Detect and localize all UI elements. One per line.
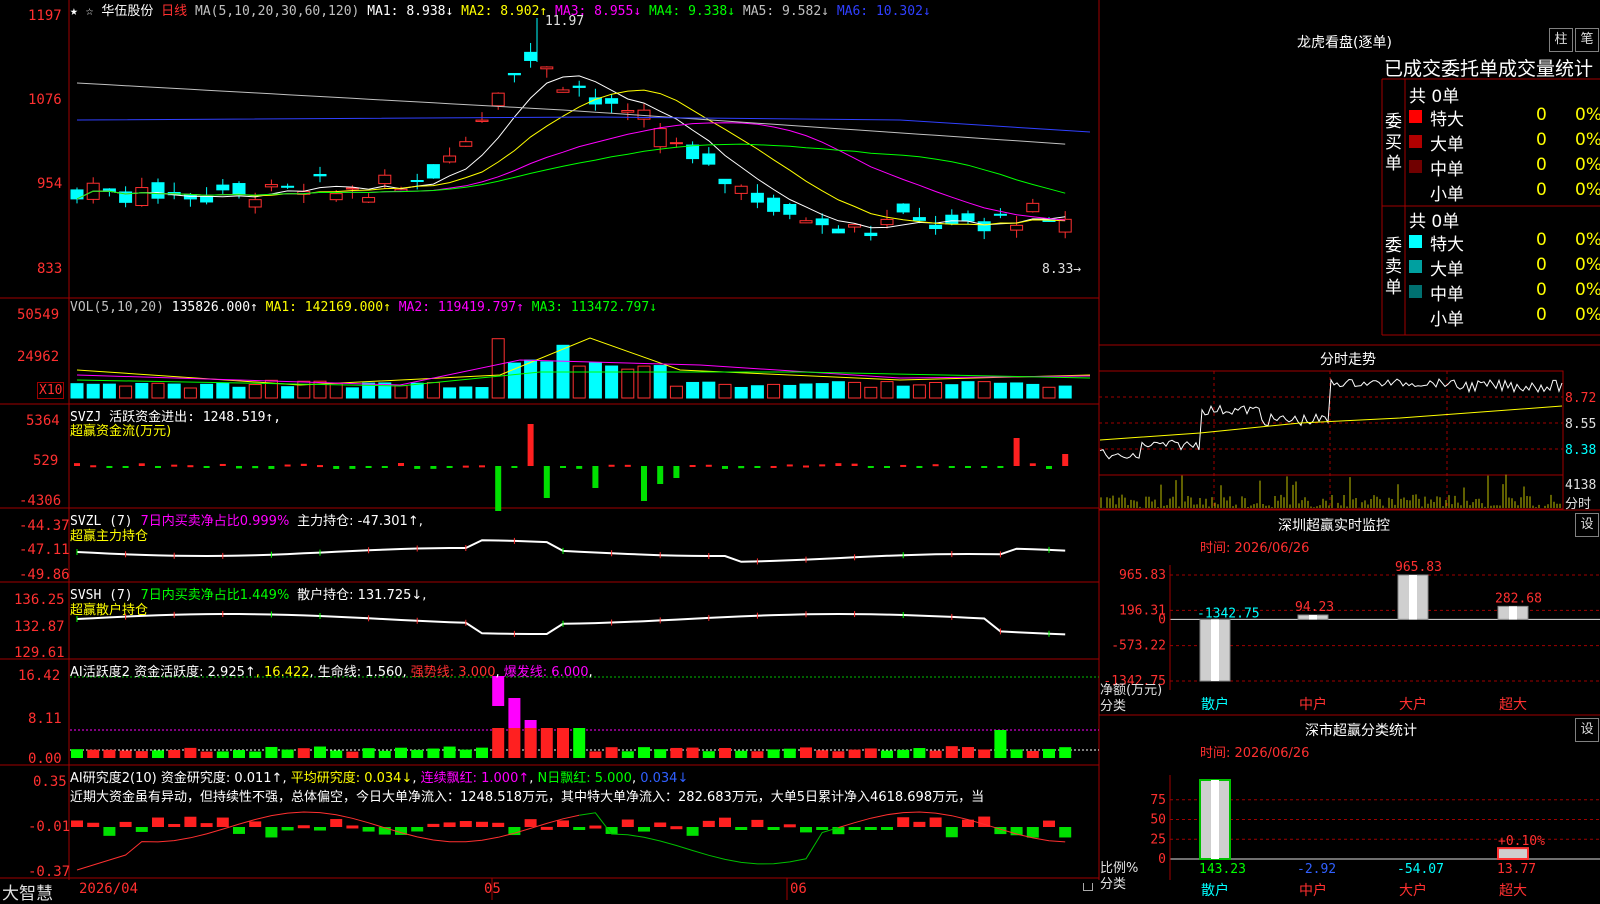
classify-note: +0.10% [1498, 834, 1545, 849]
classify-y-tick: 75 [1150, 793, 1166, 808]
classify-category-label: 大户 [1399, 882, 1427, 899]
classify-value-label: 143.23 [1199, 862, 1246, 877]
classify-y-tick: 0 [1158, 852, 1166, 867]
classify-category-label: 超大 [1499, 883, 1527, 899]
classify-bar-super [1497, 847, 1529, 861]
sz-classify-category-label: 分类 [1100, 877, 1127, 892]
classify-y-tick: 25 [1150, 832, 1166, 847]
sz-classify-chart[interactable]: 75 50 25 0 +0.10% 143.23 散户 -2.92 中户 -54.07 大户 13.7… [0, 0, 1600, 900]
classify-y-tick: 50 [1150, 813, 1166, 828]
classify-value-label: -54.07 [1397, 862, 1444, 877]
classify-value-label: -2.92 [1297, 862, 1336, 877]
classify-category-label: 中户 [1299, 882, 1327, 899]
classify-bar-highlight [1211, 780, 1219, 859]
classify-category-label: 散户 [1201, 882, 1229, 899]
classify-value-label: 13.77 [1497, 862, 1536, 877]
